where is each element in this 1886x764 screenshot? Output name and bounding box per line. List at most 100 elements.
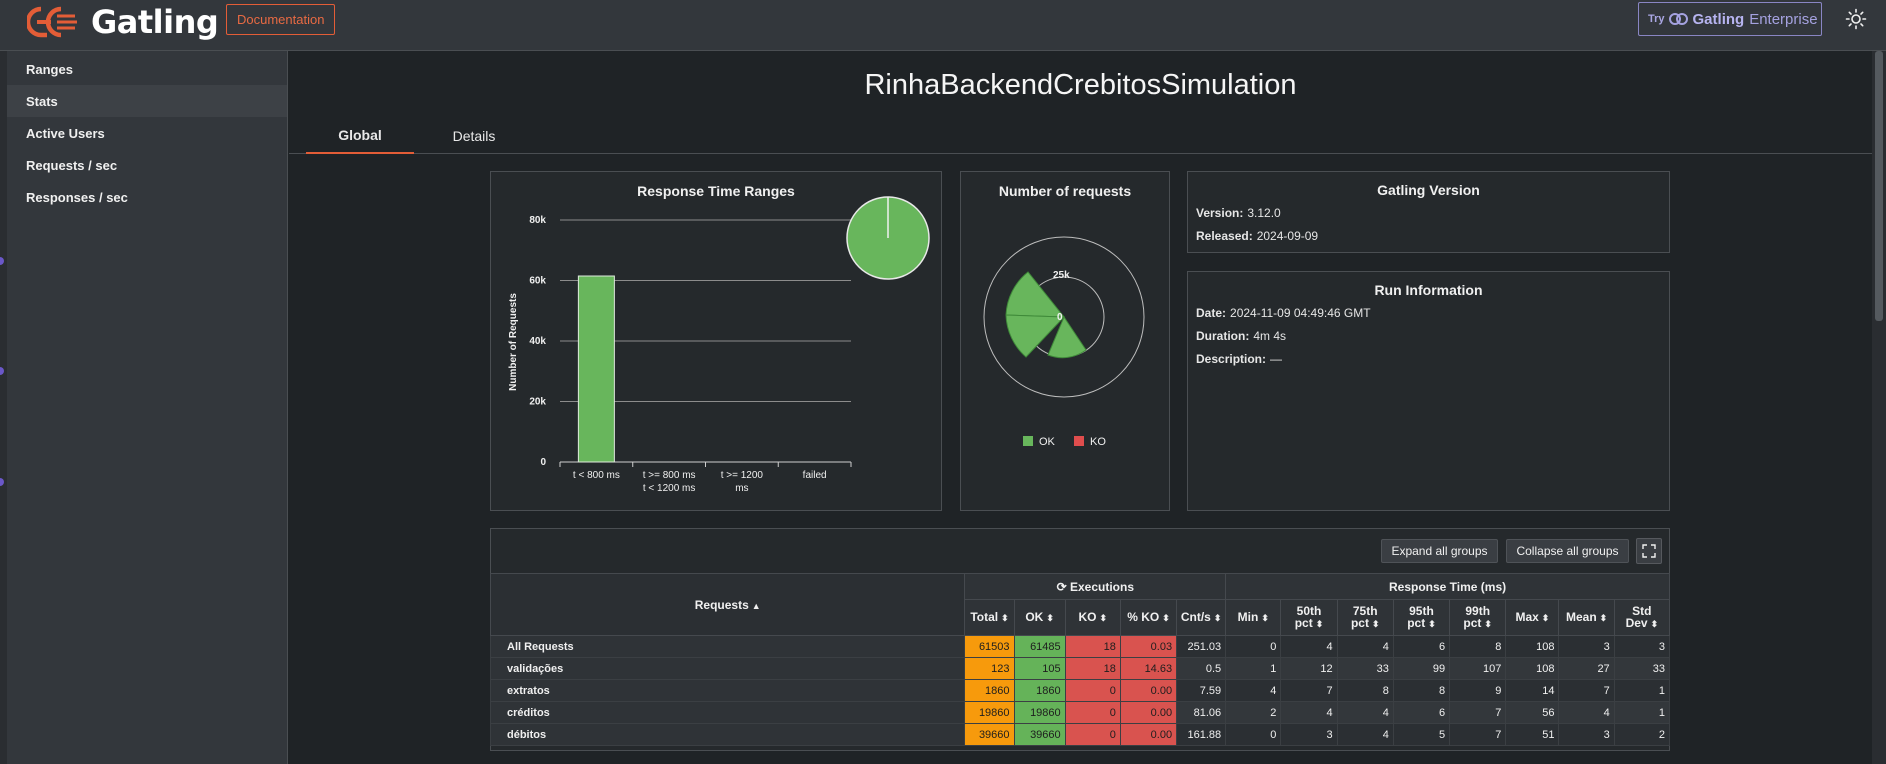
date-line: Date: 2024-11-09 04:49:46 GMT bbox=[1196, 306, 1371, 320]
fullscreen-icon bbox=[1642, 544, 1656, 558]
cell-pko: 0.03 bbox=[1119, 635, 1178, 658]
date-label: Date: bbox=[1196, 306, 1227, 320]
date-value: 2024-11-09 04:49:46 GMT bbox=[1230, 306, 1371, 320]
cell-p95: 99 bbox=[1392, 657, 1451, 680]
request-name[interactable]: créditos bbox=[489, 701, 966, 724]
column-header[interactable]: Cnt/s ⬍ bbox=[1176, 599, 1227, 636]
sort-icon: ⬍ bbox=[1046, 613, 1054, 623]
column-header[interactable]: KO ⬍ bbox=[1064, 599, 1121, 636]
cell-ok: 19860 bbox=[1013, 701, 1066, 724]
collapse-all-groups-button[interactable]: Collapse all groups bbox=[1506, 539, 1629, 563]
gatling-logo[interactable]: Gatling bbox=[27, 2, 219, 42]
sidebar-item-ranges[interactable]: Ranges bbox=[7, 53, 287, 85]
run-info-title: Run Information bbox=[1374, 282, 1483, 298]
column-header[interactable]: Std Dev ⬍ bbox=[1613, 599, 1671, 636]
cell-ko: 18 bbox=[1064, 657, 1121, 680]
expand-all-groups-button[interactable]: Expand all groups bbox=[1381, 539, 1498, 563]
enterprise-brand: Gatling bbox=[1692, 10, 1745, 28]
column-header[interactable]: 99th pct ⬍ bbox=[1449, 599, 1507, 636]
documentation-button[interactable]: Documentation bbox=[226, 4, 336, 35]
column-header[interactable]: 95th pct ⬍ bbox=[1392, 599, 1451, 636]
cell-mean: 27 bbox=[1558, 657, 1615, 680]
cell-p75: 33 bbox=[1336, 657, 1394, 680]
top-bar: Gatling Documentation Try Gatling Enterp… bbox=[0, 0, 1886, 51]
edge-marker bbox=[0, 478, 4, 486]
cell-ok: 61485 bbox=[1013, 635, 1066, 658]
cell-ko: 0 bbox=[1064, 723, 1121, 746]
cell-p75: 4 bbox=[1336, 701, 1394, 724]
cell-max: 14 bbox=[1505, 679, 1560, 702]
cell-ko: 0 bbox=[1064, 679, 1121, 702]
sort-icon: ⬍ bbox=[1599, 613, 1608, 623]
cell-min: 1 bbox=[1225, 657, 1282, 680]
table-row[interactable]: validações 123 105 18 14.63 0.5 1 12 33 99 107 108 2… bbox=[489, 657, 1671, 680]
theme-toggle-sun-icon[interactable] bbox=[1845, 8, 1867, 30]
cell-p99: 9 bbox=[1449, 679, 1507, 702]
sort-asc-icon: ▲ bbox=[751, 600, 761, 611]
request-name[interactable]: extratos bbox=[489, 679, 966, 702]
x-tick-label: t < 1200 ms bbox=[643, 483, 696, 494]
cell-max: 108 bbox=[1505, 635, 1560, 658]
table-row[interactable]: débitos 39660 39660 0 0.00 161.88 0 3 4 5 7 51 3 2 bbox=[489, 723, 1671, 746]
table-row[interactable]: All Requests 61503 61485 18 0.03 251.03 0 4 4 6 8 1… bbox=[489, 635, 1671, 658]
request-name[interactable]: débitos bbox=[489, 723, 966, 746]
cell-pko: 0.00 bbox=[1119, 701, 1178, 724]
sort-icon: ⬍ bbox=[1001, 613, 1009, 623]
cell-p75: 4 bbox=[1336, 723, 1394, 746]
request-name[interactable]: All Requests bbox=[489, 635, 966, 658]
column-header[interactable]: OK ⬍ bbox=[1013, 599, 1066, 636]
column-header[interactable]: Max ⬍ bbox=[1505, 599, 1560, 636]
cell-p95: 8 bbox=[1392, 679, 1451, 702]
column-header[interactable]: Total ⬍ bbox=[964, 599, 1015, 636]
table-row[interactable]: extratos 1860 1860 0 0.00 7.59 4 7 8 8 9 14 7 1 bbox=[489, 679, 1671, 702]
version-label: Version: bbox=[1196, 206, 1244, 220]
column-header[interactable]: 75th pct ⬍ bbox=[1336, 599, 1394, 636]
cell-ko: 18 bbox=[1064, 635, 1121, 658]
request-name[interactable]: validações bbox=[489, 657, 966, 680]
cell-p99: 7 bbox=[1449, 723, 1507, 746]
legend-ok-label[interactable]: OK bbox=[1039, 436, 1056, 448]
stats-table-card: Expand all groups Collapse all groups Re… bbox=[489, 528, 1671, 751]
y-tick-label: 60k bbox=[529, 276, 546, 287]
cell-total: 19860 bbox=[964, 701, 1015, 724]
table-row[interactable]: créditos 19860 19860 0 0.00 81.06 2 4 4 6 7 56 4 1 bbox=[489, 701, 1671, 724]
column-header[interactable]: Min ⬍ bbox=[1225, 599, 1282, 636]
simulation-title: RinhaBackendCrebitosSimulation bbox=[864, 69, 1297, 101]
sort-icon: ⬍ bbox=[1315, 619, 1324, 629]
tab-global[interactable]: Global bbox=[306, 118, 414, 154]
column-header[interactable]: % KO ⬍ bbox=[1119, 599, 1178, 636]
try-enterprise-button[interactable]: Try Gatling Enterprise bbox=[1638, 2, 1822, 36]
column-header[interactable]: 50th pct ⬍ bbox=[1280, 599, 1338, 636]
cell-p50: 4 bbox=[1280, 701, 1338, 724]
cell-max: 56 bbox=[1505, 701, 1560, 724]
cell-cnt: 7.59 bbox=[1176, 679, 1227, 702]
cell-cnt: 161.88 bbox=[1176, 723, 1227, 746]
x-tick-label: t < 800 ms bbox=[573, 470, 620, 481]
legend-ok-swatch bbox=[1023, 436, 1033, 446]
requests-header[interactable]: Requests ▲ bbox=[489, 573, 966, 636]
scrollbar-thumb[interactable] bbox=[1875, 51, 1883, 321]
column-header[interactable]: Mean ⬍ bbox=[1558, 599, 1615, 636]
sidebar-item-responses-per-sec[interactable]: Responses / sec bbox=[7, 181, 287, 213]
bar[interactable] bbox=[577, 275, 615, 463]
fullscreen-button[interactable] bbox=[1636, 538, 1662, 564]
sidebar-item-requests-per-sec[interactable]: Requests / sec bbox=[7, 149, 287, 181]
cell-cnt: 251.03 bbox=[1176, 635, 1227, 658]
page-scrollbar[interactable] bbox=[1872, 51, 1886, 764]
sort-icon: ⬍ bbox=[1162, 613, 1170, 623]
cell-ok: 1860 bbox=[1013, 679, 1066, 702]
cell-p50: 12 bbox=[1280, 657, 1338, 680]
cell-std: 1 bbox=[1613, 701, 1671, 724]
stats-table: Requests ▲ ⟳ Executions Response Time (ms… bbox=[489, 573, 1671, 746]
y-tick-label: 80k bbox=[529, 215, 546, 226]
tab-details[interactable]: Details bbox=[429, 118, 519, 154]
cell-p95: 6 bbox=[1392, 701, 1451, 724]
cell-p50: 7 bbox=[1280, 679, 1338, 702]
legend-ko-label[interactable]: KO bbox=[1090, 436, 1106, 448]
cell-p95: 5 bbox=[1392, 723, 1451, 746]
cell-cnt: 0.5 bbox=[1176, 657, 1227, 680]
ranges-ylabel: Number of Requests bbox=[508, 293, 519, 391]
sidebar-item-active-users[interactable]: Active Users bbox=[7, 117, 287, 149]
sidebar-item-stats[interactable]: Stats bbox=[7, 85, 287, 117]
gatling-version-card: Gatling Version Version: 3.12.0 Released:… bbox=[1187, 171, 1670, 253]
